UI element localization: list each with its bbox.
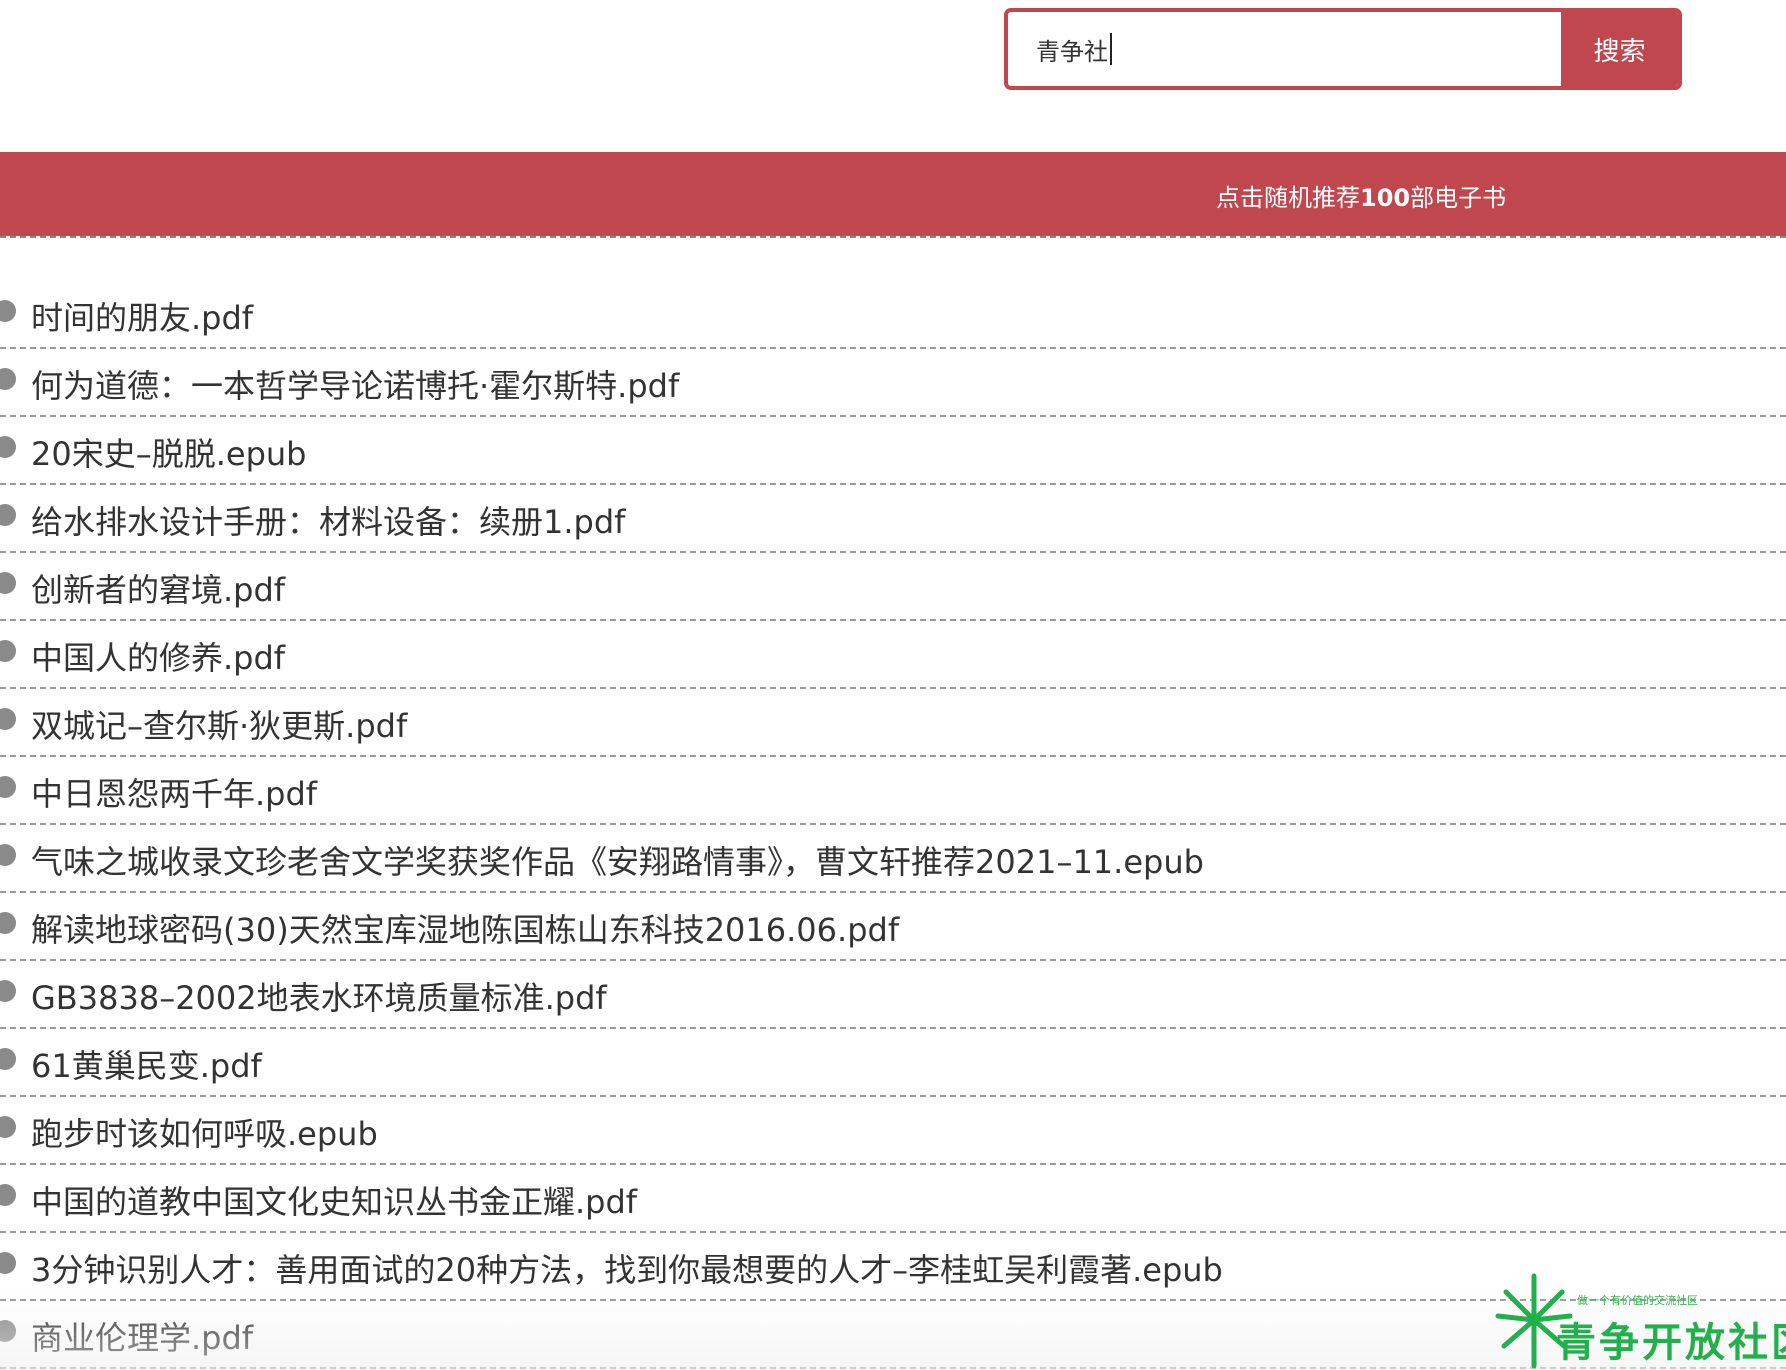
book-list-item: 解读地球密码(30)天然宝库湿地陈国栋山东科技2016.06.pdf xyxy=(0,893,1786,961)
random-recommend-suffix[interactable]: 部电子书 xyxy=(1410,184,1506,212)
book-list-item: 时间的朋友.pdf xyxy=(0,281,1786,349)
text-caret xyxy=(1110,33,1112,65)
bullet-icon xyxy=(0,572,16,594)
book-link[interactable]: 创新者的窘境.pdf xyxy=(31,565,285,611)
book-list-item: 中国的道教中国文化史知识丛书金正耀.pdf xyxy=(0,1165,1786,1233)
book-list-item: GB3838–2002地表水环境质量标准.pdf xyxy=(0,961,1786,1029)
banner: 点击随机推荐100部电子书 xyxy=(0,152,1786,236)
book-list-item: 双城记–查尔斯·狄更斯.pdf xyxy=(0,689,1786,757)
random-recommend-number[interactable]: 100 xyxy=(1360,184,1410,212)
book-link[interactable]: 中日恩怨两千年.pdf xyxy=(31,769,317,815)
book-link[interactable]: GB3838–2002地表水环境质量标准.pdf xyxy=(31,973,607,1019)
watermark-name: 青争开放社区 xyxy=(1556,1320,1786,1366)
bullet-icon xyxy=(0,776,16,798)
bullet-icon xyxy=(0,1184,16,1206)
search-bar: 青争社 搜索 xyxy=(1004,8,1682,90)
bullet-icon xyxy=(0,912,16,934)
bullet-icon xyxy=(0,1116,16,1138)
book-list-item: 创新者的窘境.pdf xyxy=(0,553,1786,621)
search-button[interactable]: 搜索 xyxy=(1561,12,1678,86)
divider xyxy=(0,236,1786,238)
book-list-item: 中日恩怨两千年.pdf xyxy=(0,757,1786,825)
book-link[interactable]: 20宋史–脱脱.epub xyxy=(31,429,307,475)
bullet-icon xyxy=(0,436,16,458)
watermark-slogan: 做一个有价值的交流社区 xyxy=(1577,1294,1698,1307)
book-link[interactable]: 气味之城收录文珍老舍文学奖获奖作品《安翔路情事》，曹文轩推荐2021–11.ep… xyxy=(31,837,1204,883)
book-list-item: 何为道德：一本哲学导论诺博托·霍尔斯特.pdf xyxy=(0,349,1786,417)
book-list: 时间的朋友.pdf 何为道德：一本哲学导论诺博托·霍尔斯特.pdf 20宋史–脱脱.… xyxy=(0,281,1786,1369)
book-list-item: 61黄巢民变.pdf xyxy=(0,1029,1786,1097)
bullet-icon xyxy=(0,844,16,866)
search-input-value[interactable]: 青争社 xyxy=(1036,32,1108,67)
bullet-icon xyxy=(0,640,16,662)
bullet-icon xyxy=(0,1252,16,1274)
book-list-item: 给水排水设计手册：材料设备：续册1.pdf xyxy=(0,485,1786,553)
book-link[interactable]: 3分钟识别人才：善用面试的20种方法，找到你最想要的人才–李桂虹吴利霞著.epu… xyxy=(31,1245,1223,1291)
bullet-icon xyxy=(0,368,16,390)
book-list-item: 气味之城收录文珍老舍文学奖获奖作品《安翔路情事》，曹文轩推荐2021–11.ep… xyxy=(0,825,1786,893)
book-link[interactable]: 61黄巢民变.pdf xyxy=(31,1041,262,1087)
bullet-icon xyxy=(0,1320,16,1342)
page: 青争社 搜索 点击随机推荐100部电子书 时间的朋友.pdf 何为道德：一本哲学导… xyxy=(0,0,1786,1370)
book-link[interactable]: 中国的道教中国文化史知识丛书金正耀.pdf xyxy=(31,1177,637,1223)
book-link[interactable]: 中国人的修养.pdf xyxy=(31,633,285,679)
book-link[interactable]: 给水排水设计手册：材料设备：续册1.pdf xyxy=(31,497,625,543)
bullet-icon xyxy=(0,504,16,526)
random-recommend-prefix[interactable]: 点击随机推荐 xyxy=(1216,184,1360,212)
book-list-item: 跑步时该如何呼吸.epub xyxy=(0,1097,1786,1165)
book-link[interactable]: 解读地球密码(30)天然宝库湿地陈国栋山东科技2016.06.pdf xyxy=(31,905,899,951)
bullet-icon xyxy=(0,708,16,730)
bullet-icon xyxy=(0,300,16,322)
watermark: 做一个有价值的交流社区 青争开放社区 xyxy=(1494,1270,1786,1370)
random-recommend-link[interactable]: 点击随机推荐100部电子书 xyxy=(1216,178,1506,213)
book-link[interactable]: 何为道德：一本哲学导论诺博托·霍尔斯特.pdf xyxy=(31,361,679,407)
search-input[interactable]: 青争社 xyxy=(1008,12,1561,86)
bullet-icon xyxy=(0,980,16,1002)
book-link[interactable]: 时间的朋友.pdf xyxy=(31,293,253,339)
bullet-icon xyxy=(0,1048,16,1070)
book-link[interactable]: 跑步时该如何呼吸.epub xyxy=(31,1109,378,1155)
book-link[interactable]: 商业伦理学.pdf xyxy=(31,1313,253,1359)
book-list-item: 20宋史–脱脱.epub xyxy=(0,417,1786,485)
book-list-item: 中国人的修养.pdf xyxy=(0,621,1786,689)
book-link[interactable]: 双城记–查尔斯·狄更斯.pdf xyxy=(31,701,407,747)
